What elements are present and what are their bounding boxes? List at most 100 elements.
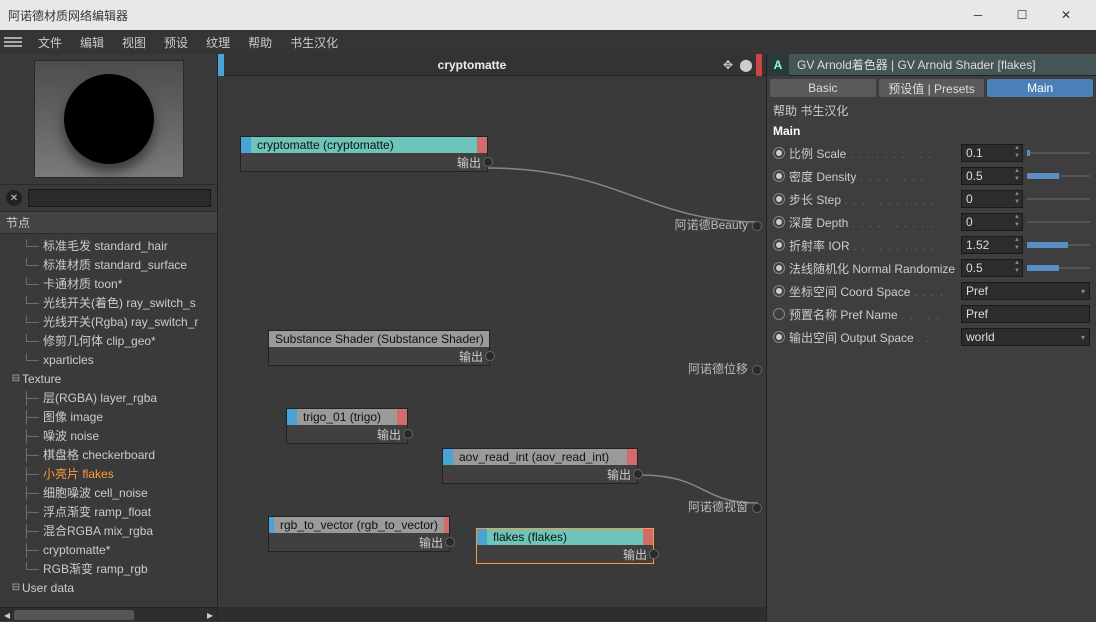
node-rgb2vec[interactable]: rgb_to_vector (rgb_to_vector) 输出: [268, 516, 450, 552]
scale-slider[interactable]: [1027, 144, 1090, 162]
lock-icon[interactable]: ⬤: [738, 57, 754, 73]
output-port[interactable]: [445, 537, 455, 547]
menu-edit[interactable]: 编辑: [72, 32, 112, 53]
step-slider[interactable]: [1027, 190, 1090, 208]
output-port[interactable]: [485, 351, 495, 361]
tree-item: ├─混合RGBA mix_rgba: [10, 521, 217, 540]
prop-depth: 深度 Depth . . . . . . . . . . 0▲▼: [773, 212, 1090, 232]
node-trigo[interactable]: trigo_01 (trigo) 输出: [286, 408, 408, 444]
depth-field[interactable]: 0▲▼: [961, 213, 1023, 231]
tab-basic[interactable]: Basic: [770, 79, 876, 97]
canvas-header: cryptomatte ✥ ⬤: [218, 54, 766, 76]
left-panel: ✕ 节点 └─标准毛发 standard_hair └─标准材质 standar…: [0, 54, 218, 621]
normalrand-field[interactable]: 0.5▲▼: [961, 259, 1023, 277]
input-port[interactable]: [752, 503, 762, 513]
prop-density: 密度 Density . . . . . . . . 0.5▲▼: [773, 166, 1090, 186]
window-controls: ─ ☐ ✕: [956, 0, 1088, 30]
node-flakes[interactable]: flakes (flakes) 输出: [476, 528, 654, 564]
output-space-select[interactable]: world▾: [961, 328, 1090, 346]
menu-author[interactable]: 书生汉化: [282, 32, 346, 53]
scale-field[interactable]: 0.1▲▼: [961, 144, 1023, 162]
anim-toggle[interactable]: [773, 262, 785, 274]
close-button[interactable]: ✕: [1044, 0, 1088, 30]
node-substance[interactable]: Substance Shader (Substance Shader) 输出: [268, 330, 490, 366]
tab-main[interactable]: Main: [987, 79, 1093, 97]
minimize-button[interactable]: ─: [956, 0, 1000, 30]
input-port[interactable]: [752, 221, 762, 231]
properties-header: A GV Arnold着色器 | GV Arnold Shader [flake…: [767, 54, 1096, 76]
tree-item: └─光线开关(着色) ray_switch_s: [10, 293, 217, 312]
preview-area: [0, 54, 217, 184]
step-field[interactable]: 0▲▼: [961, 190, 1023, 208]
tree-item: ├─层(RGBA) layer_rgba: [10, 388, 217, 407]
maximize-button[interactable]: ☐: [1000, 0, 1044, 30]
tree-item: └─修剪几何体 clip_geo*: [10, 331, 217, 350]
search-input[interactable]: [28, 189, 211, 207]
hamburger-icon[interactable]: [4, 37, 22, 47]
ior-slider[interactable]: [1027, 236, 1090, 254]
properties-tabs: Basic 预设值 | Presets Main: [767, 76, 1096, 100]
preview-sphere: [64, 74, 154, 164]
clear-search-button[interactable]: ✕: [6, 190, 22, 206]
anim-toggle[interactable]: [773, 147, 785, 159]
menu-view[interactable]: 视图: [114, 32, 154, 53]
anim-toggle[interactable]: [773, 331, 785, 343]
coord-space-select[interactable]: Pref▾: [961, 282, 1090, 300]
prop-step: 步长 Step . . . . . . . . . . . 0▲▼: [773, 189, 1090, 209]
header-end-accent: [756, 54, 762, 76]
menubar: 文件 编辑 视图 预设 纹理 帮助 书生汉化: [0, 30, 1096, 54]
properties-panel: A GV Arnold着色器 | GV Arnold Shader [flake…: [766, 54, 1096, 621]
density-slider[interactable]: [1027, 167, 1090, 185]
prop-normal-randomize: 法线随机化 Normal Randomize 0.5▲▼: [773, 258, 1090, 278]
section-main: Main: [767, 121, 1096, 141]
output-port[interactable]: [403, 429, 413, 439]
properties-list: 比例 Scale . . . . . . . . . . 0.1▲▼ 密度 De…: [767, 141, 1096, 353]
anim-toggle[interactable]: [773, 216, 785, 228]
node-aov[interactable]: aov_read_int (aov_read_int) 输出: [442, 448, 638, 484]
viewport-label: 阿诺德视窗: [688, 498, 762, 515]
menu-texture[interactable]: 纹理: [198, 32, 238, 53]
scroll-left-icon[interactable]: ◂: [0, 608, 14, 621]
node-canvas[interactable]: cryptomatte (cryptomatte) 输出 Substance S…: [218, 76, 766, 607]
prop-ior: 折射率 IOR . . . . . . . . . . 1.52▲▼: [773, 235, 1090, 255]
depth-slider[interactable]: [1027, 213, 1090, 231]
tree-item: ├─图像 image: [10, 407, 217, 426]
tree-item: ├─噪波 noise: [10, 426, 217, 445]
input-port[interactable]: [752, 365, 762, 375]
output-port[interactable]: [483, 157, 493, 167]
canvas-scrollbar[interactable]: [218, 607, 766, 621]
tree-item: └─卡通材质 toon*: [10, 274, 217, 293]
prop-scale: 比例 Scale . . . . . . . . . . 0.1▲▼: [773, 143, 1090, 163]
move-icon[interactable]: ✥: [720, 57, 736, 73]
left-scrollbar[interactable]: ◂ ▸: [0, 607, 217, 621]
normalrand-slider[interactable]: [1027, 259, 1090, 277]
menu-presets[interactable]: 预设: [156, 32, 196, 53]
output-port[interactable]: [649, 549, 659, 559]
menu-help[interactable]: 帮助: [240, 32, 280, 53]
node-tree[interactable]: └─标准毛发 standard_hair └─标准材质 standard_sur…: [0, 234, 217, 607]
ior-field[interactable]: 1.52▲▼: [961, 236, 1023, 254]
anim-toggle[interactable]: [773, 170, 785, 182]
material-preview[interactable]: [34, 60, 184, 178]
density-field[interactable]: 0.5▲▼: [961, 167, 1023, 185]
tree-group-texture[interactable]: ⊟Texture: [10, 369, 217, 388]
anim-toggle[interactable]: [773, 285, 785, 297]
tree-item: ├─棋盘格 checkerboard: [10, 445, 217, 464]
node-cryptomatte[interactable]: cryptomatte (cryptomatte) 输出: [240, 136, 488, 172]
properties-subbar[interactable]: 帮助 书生汉化: [767, 100, 1096, 121]
tree-item: ├─cryptomatte*: [10, 540, 217, 559]
anim-toggle[interactable]: [773, 193, 785, 205]
node-canvas-wrap: cryptomatte ✥ ⬤ cryptomatte (cryptomatte…: [218, 54, 766, 621]
scroll-right-icon[interactable]: ▸: [203, 608, 217, 621]
anim-toggle[interactable]: [773, 239, 785, 251]
window-title: 阿诺德材质网络编辑器: [8, 7, 956, 24]
tree-group-userdata[interactable]: ⊟User data: [10, 578, 217, 597]
menu-file[interactable]: 文件: [30, 32, 70, 53]
pref-name-field[interactable]: Pref: [961, 305, 1090, 323]
scroll-thumb[interactable]: [14, 610, 134, 620]
tree-item-flakes: ├─小亮片 flakes: [10, 464, 217, 483]
output-port[interactable]: [633, 469, 643, 479]
tree-item: ├─细胞噪波 cell_noise: [10, 483, 217, 502]
tab-presets[interactable]: 预设值 | Presets: [879, 79, 985, 97]
anim-toggle[interactable]: [773, 308, 785, 320]
